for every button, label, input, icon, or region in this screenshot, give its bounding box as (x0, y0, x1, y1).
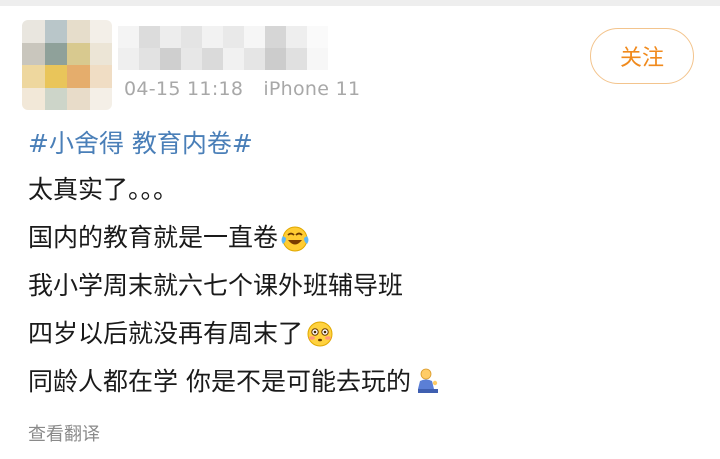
top-divider (0, 0, 720, 6)
hashtag-link[interactable]: #小舍得 教育内卷# (28, 122, 698, 166)
post-line: 太真实了。。。 (28, 175, 179, 204)
view-translation-link[interactable]: 查看翻译 (28, 420, 100, 446)
username-obscured[interactable] (118, 26, 328, 70)
follow-button[interactable]: 关注 (590, 28, 694, 84)
laugh-cry-emoji-icon (280, 223, 310, 253)
post-line: 国内的教育就是一直卷 (28, 214, 698, 262)
post-header: 04-15 11:18 iPhone 11 关注 (0, 8, 720, 110)
post-device: iPhone 11 (263, 78, 361, 100)
kneeling-person-emoji-icon (413, 367, 443, 397)
flushed-face-emoji-icon (305, 319, 335, 349)
post-content: #小舍得 教育内卷# 太真实了。。。 国内的教育就是一直卷 我小学周末就六七个课… (28, 122, 698, 406)
avatar[interactable] (22, 20, 112, 110)
post-timestamp: 04-15 11:18 (124, 78, 244, 100)
post-line: 同龄人都在学 你是不是可能去玩的 (28, 358, 698, 406)
post-line: 四岁以后就没再有周末了 (28, 310, 698, 358)
post-meta: 04-15 11:18 iPhone 11 (124, 78, 360, 100)
post-line: 我小学周末就六七个课外班辅导班 (28, 271, 404, 300)
